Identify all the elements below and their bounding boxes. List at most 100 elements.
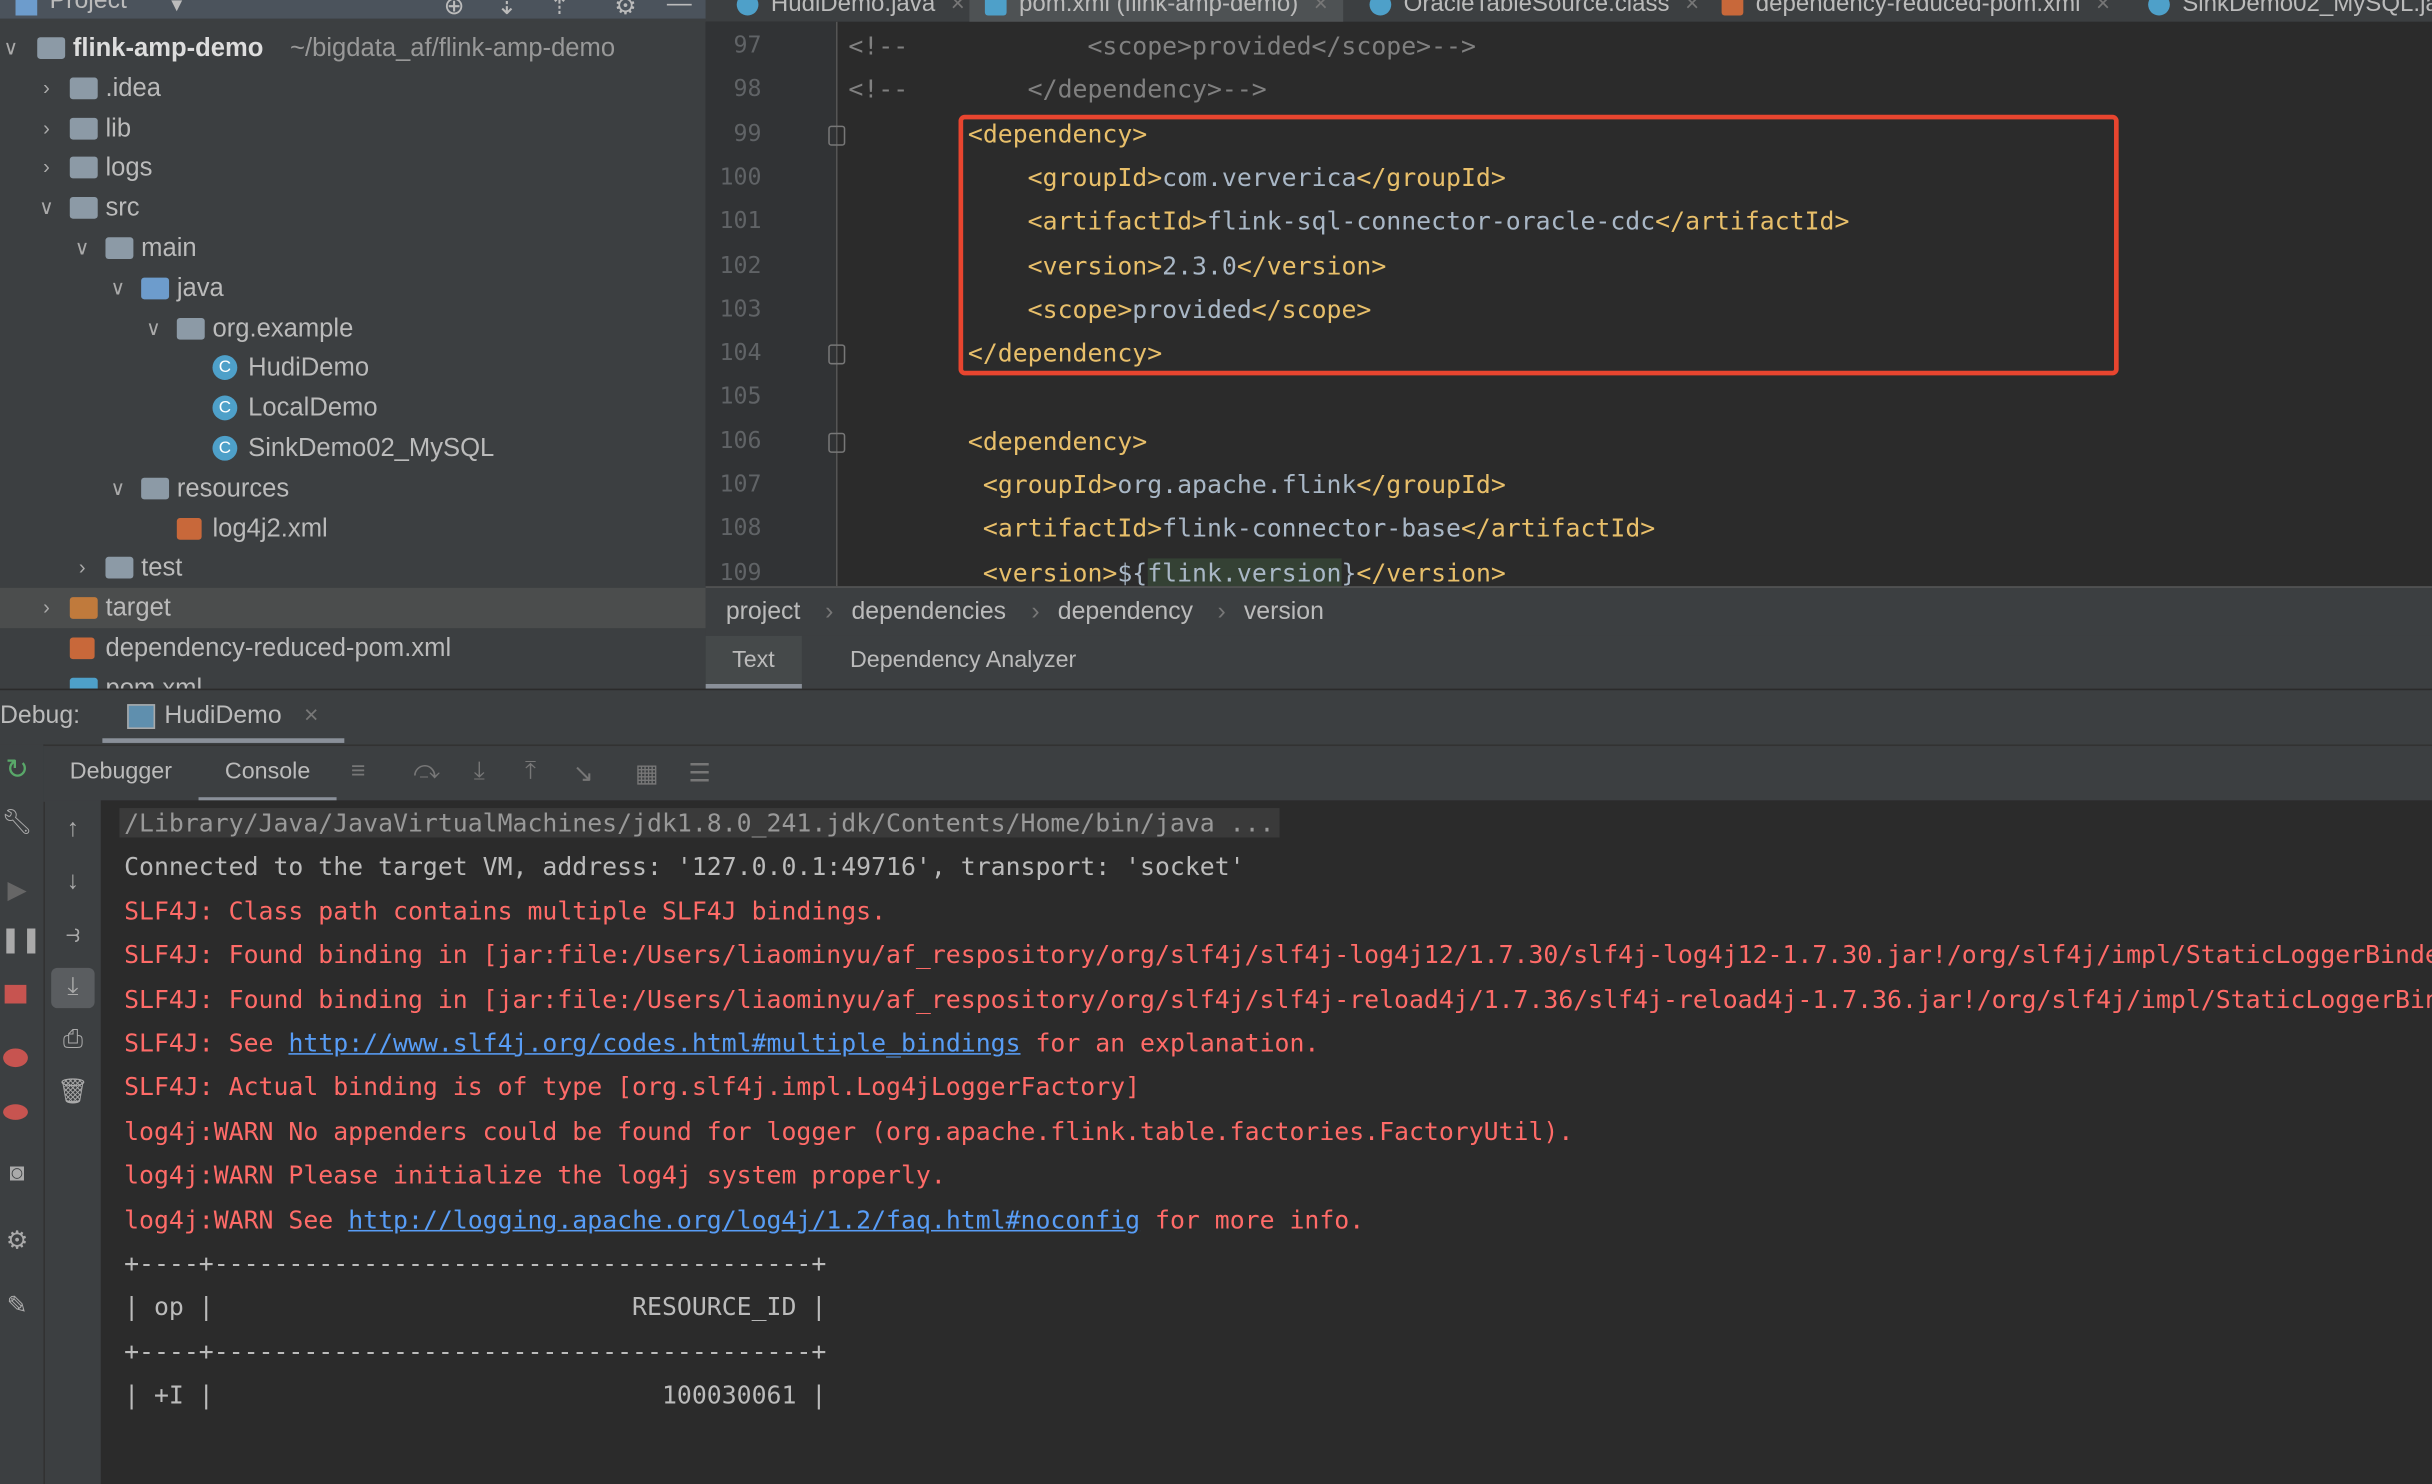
chevron-down-icon[interactable]: ∨: [107, 468, 129, 508]
debug-session-tab[interactable]: HudiDemo ×: [102, 690, 345, 743]
console-output[interactable]: /Library/Java/JavaVirtualMachines/jdk1.8…: [100, 800, 2432, 1484]
console-link[interactable]: http://www.slf4j.org/codes.html#multiple…: [288, 1028, 1020, 1057]
tree-item[interactable]: › lib: [0, 108, 706, 148]
code-line[interactable]: <!-- </dependency>-->: [848, 75, 1266, 104]
tree-item[interactable]: › logs: [0, 148, 706, 188]
tree-item-path: ~/bigdata_af/flink-amp-demo: [290, 34, 616, 63]
tree-item[interactable]: ∨ java: [0, 268, 706, 308]
trace-icon[interactable]: ☰: [682, 758, 716, 789]
chevron-right-icon[interactable]: ›: [36, 108, 58, 148]
chevron-right-icon[interactable]: ›: [36, 148, 58, 188]
trash-icon[interactable]: 🗑︎: [56, 1076, 90, 1107]
tree-item-label: flink-amp-demo: [72, 34, 264, 63]
project-panel-title[interactable]: Project: [50, 0, 127, 16]
pause-icon[interactable]: ❚❚: [0, 924, 42, 955]
code-line[interactable]: <version>${flink.version}</version>: [848, 557, 1506, 587]
chevron-down-icon[interactable]: ∨: [36, 188, 58, 228]
close-icon[interactable]: ×: [304, 703, 318, 731]
breadcrumb-item[interactable]: version: [1244, 599, 1324, 627]
view-tab[interactable]: Text: [705, 635, 802, 689]
breadcrumb-item[interactable]: dependency: [1058, 599, 1193, 627]
expand-all-icon[interactable]: ⇣: [496, 0, 517, 19]
tree-item[interactable]: ∨ resources: [0, 468, 706, 508]
fold-icon[interactable]: [828, 125, 846, 146]
tree-item[interactable]: ∨ org.example: [0, 308, 706, 348]
breadcrumb-item[interactable]: dependencies: [851, 599, 1006, 627]
console-actions-strip: ↑ ↓ ⥽ ⤓ ⎙ 🗑︎: [44, 800, 101, 1484]
chevron-right-icon[interactable]: ›: [36, 68, 58, 108]
rerun-icon[interactable]: ↻: [0, 754, 34, 787]
run-to-cursor-icon[interactable]: ↘: [566, 758, 600, 789]
chevron-down-icon[interactable]: ∨: [71, 228, 93, 268]
debug-actions-strip: ↻ 🔧︎ ▶ ❚❚ ◙ ⚙ ✎: [0, 744, 45, 1484]
mute-breakpoints-icon[interactable]: [3, 1104, 28, 1120]
breadcrumb-item[interactable]: project: [726, 599, 800, 627]
chevron-down-icon[interactable]: ∨: [143, 308, 165, 348]
stop-icon[interactable]: [4, 984, 27, 1004]
arrow-down-icon[interactable]: ↓: [56, 869, 90, 897]
close-icon[interactable]: ×: [1314, 0, 1328, 17]
chevron-down-icon[interactable]: ∨: [0, 28, 22, 68]
console-link[interactable]: http://logging.apache.org/log4j/1.2/faq.…: [348, 1204, 1140, 1233]
tree-item[interactable]: C HudiDemo: [0, 348, 706, 388]
chevron-down-icon[interactable]: ∨: [107, 268, 129, 308]
evaluate-expression-icon[interactable]: ▦: [630, 758, 664, 789]
tree-item[interactable]: ∨ src: [0, 188, 706, 228]
tree-item[interactable]: › .idea: [0, 68, 706, 108]
view-tab[interactable]: Dependency Analyzer: [830, 636, 1097, 689]
print-icon[interactable]: ⎙: [56, 1027, 90, 1055]
gear-icon[interactable]: ⚙: [614, 0, 636, 19]
scroll-to-end-icon[interactable]: ⤓: [51, 967, 95, 1009]
tree-item[interactable]: dependency-reduced-pom.xml: [0, 628, 706, 668]
tree-item[interactable]: › target: [0, 588, 706, 629]
code-line[interactable]: <artifactId>flink-connector-base</artifa…: [848, 514, 1655, 543]
debug-tab[interactable]: Console: [198, 746, 337, 802]
camera-icon[interactable]: ◙: [0, 1160, 34, 1188]
tree-item[interactable]: ∨ main: [0, 228, 706, 268]
tree-item-label: test: [141, 554, 183, 583]
tree-item[interactable]: C SinkDemo02_MySQL: [0, 428, 706, 468]
editor-tab[interactable]: HudiDemo.java ×: [721, 0, 980, 22]
collapse-all-icon[interactable]: ⇡: [549, 0, 570, 19]
debug-tab[interactable]: Debugger: [43, 746, 198, 802]
tree-item[interactable]: log4j2.xml: [0, 508, 706, 548]
chevron-right-icon[interactable]: ›: [36, 588, 58, 628]
pin-icon[interactable]: ✎: [0, 1290, 34, 1321]
code-line[interactable]: <groupId>org.apache.flink</groupId>: [848, 470, 1506, 499]
close-icon[interactable]: ×: [2096, 0, 2110, 17]
console-text: for an explanation.: [1020, 1028, 1320, 1058]
locate-icon[interactable]: ⊕: [444, 0, 465, 19]
editor-tab[interactable]: OracleTableSource.class ×: [1354, 0, 1715, 22]
tree-item[interactable]: ∨ flink-amp-demo ~/bigdata_af/flink-amp-de…: [0, 28, 706, 68]
close-icon[interactable]: ×: [1685, 0, 1699, 17]
chevron-down-icon[interactable]: ▼: [168, 0, 186, 16]
fold-icon[interactable]: [828, 432, 846, 453]
code-line[interactable]: <!-- <scope>provided</scope>-->: [848, 31, 1476, 60]
layout-icon[interactable]: ≡: [341, 758, 375, 786]
close-icon[interactable]: ×: [951, 0, 965, 17]
editor-tab[interactable]: dependency-reduced-pom.xml ×: [1706, 0, 2125, 22]
tree-item[interactable]: C LocalDemo: [0, 388, 706, 428]
soft-wrap-icon[interactable]: ⥽: [56, 921, 90, 949]
editor-tab[interactable]: pom.xml (flink-amp-demo) ×: [969, 0, 1344, 22]
tree-item[interactable]: › test: [0, 548, 706, 588]
chevron-right-icon[interactable]: ›: [71, 548, 93, 588]
code-line[interactable]: <dependency>: [848, 426, 1147, 455]
console-text: log4j:WARN No appenders could be found f…: [124, 1116, 1574, 1146]
tree-item-label: SinkDemo02_MySQL: [248, 434, 495, 463]
arrow-up-icon[interactable]: ↑: [56, 816, 90, 844]
run-config-icon: [127, 704, 156, 729]
wrench-icon[interactable]: 🔧︎: [0, 807, 34, 838]
gear-icon[interactable]: ⚙: [0, 1225, 34, 1256]
step-over-icon[interactable]: ⤼: [409, 758, 443, 786]
hide-icon[interactable]: —: [667, 0, 692, 19]
view-breakpoints-icon[interactable]: [3, 1048, 28, 1068]
gutter-divider: [835, 21, 838, 587]
fold-icon[interactable]: [828, 344, 846, 365]
step-into-icon[interactable]: ⤓: [462, 758, 496, 786]
editor-tab[interactable]: SinkDemo02_MySQL.ja×: [2133, 0, 2432, 22]
resume-icon[interactable]: ▶: [0, 875, 34, 906]
tree-item[interactable]: pom.xml: [0, 668, 706, 689]
console-text: SLF4J: Found binding in [jar:file:/Users…: [124, 940, 2432, 970]
step-out-icon[interactable]: ⤒: [513, 758, 547, 786]
